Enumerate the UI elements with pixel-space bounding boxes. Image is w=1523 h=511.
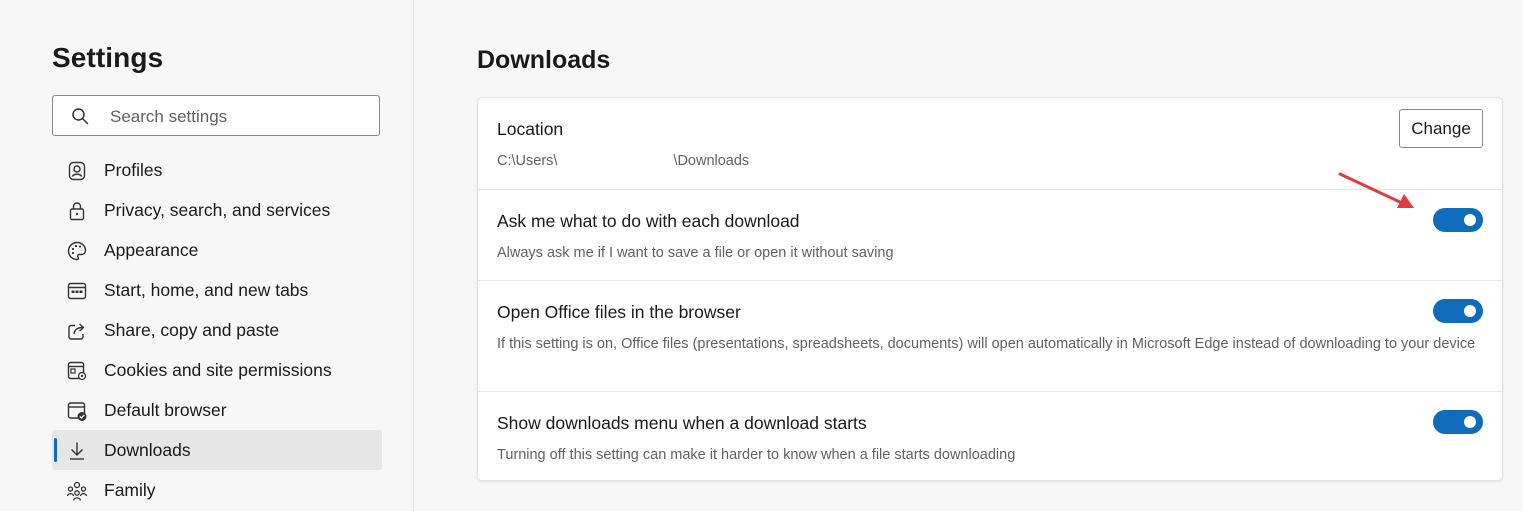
location-path-suffix: \Downloads bbox=[673, 153, 750, 169]
nav-item-privacy[interactable]: Privacy, search, and services bbox=[52, 190, 382, 230]
search-input[interactable] bbox=[108, 104, 372, 130]
page-title: Downloads bbox=[477, 46, 611, 74]
annotation-arrow-icon bbox=[1338, 172, 1414, 208]
setting-description: If this setting is on, Office files (pre… bbox=[497, 336, 1476, 352]
setting-row-downloads-menu: Show downloads menu when a download star… bbox=[478, 391, 1502, 480]
start-page-icon bbox=[67, 282, 87, 300]
profile-icon bbox=[68, 161, 86, 181]
nav-label: Privacy, search, and services bbox=[104, 200, 331, 220]
setting-description: Turning off this setting can make it har… bbox=[497, 447, 1016, 463]
toggle-knob bbox=[1464, 214, 1476, 226]
family-icon bbox=[66, 481, 88, 501]
nav-label: Family bbox=[104, 480, 156, 500]
setting-title: Show downloads menu when a download star… bbox=[497, 413, 867, 433]
nav-label: Appearance bbox=[104, 240, 199, 260]
nav-item-cookies[interactable]: Cookies and site permissions bbox=[52, 350, 382, 390]
location-path: C:\Users\ \Downloads bbox=[497, 151, 1477, 171]
nav-label: Cookies and site permissions bbox=[104, 360, 332, 380]
settings-nav: Profiles Privacy, search, and services A… bbox=[52, 150, 382, 510]
nav-item-start-home[interactable]: Start, home, and new tabs bbox=[52, 270, 382, 310]
nav-item-profiles[interactable]: Profiles bbox=[52, 150, 382, 190]
downloads-menu-toggle[interactable] bbox=[1433, 410, 1483, 434]
settings-title: Settings bbox=[52, 42, 164, 73]
setting-description: Always ask me if I want to save a file o… bbox=[497, 245, 894, 261]
nav-item-family[interactable]: Family bbox=[52, 470, 382, 510]
setting-row-office-files: Open Office files in the browser If this… bbox=[478, 280, 1502, 391]
nav-label: Downloads bbox=[104, 440, 191, 460]
setting-title: Open Office files in the browser bbox=[497, 302, 741, 322]
site-permissions-icon bbox=[67, 361, 87, 381]
ask-download-toggle[interactable] bbox=[1433, 208, 1483, 232]
nav-label: Profiles bbox=[104, 160, 163, 180]
location-title: Location bbox=[497, 119, 564, 139]
search-box[interactable] bbox=[52, 95, 380, 136]
location-path-prefix: C:\Users\ bbox=[497, 153, 558, 169]
setting-title: Ask me what to do with each download bbox=[497, 211, 800, 231]
default-browser-icon bbox=[67, 402, 87, 421]
nav-item-default-browser[interactable]: Default browser bbox=[52, 390, 382, 430]
downloads-settings-card: Location C:\Users\ \Downloads Change Ask … bbox=[477, 97, 1503, 481]
toggle-knob bbox=[1464, 305, 1476, 317]
nav-label: Default browser bbox=[104, 400, 227, 420]
nav-item-share[interactable]: Share, copy and paste bbox=[52, 310, 382, 350]
palette-icon bbox=[67, 241, 87, 261]
search-icon bbox=[72, 108, 89, 125]
nav-label: Share, copy and paste bbox=[104, 320, 280, 340]
toggle-knob bbox=[1464, 416, 1476, 428]
nav-item-downloads[interactable]: Downloads bbox=[52, 430, 382, 470]
download-icon bbox=[70, 442, 84, 460]
settings-sidebar: Settings Profiles Privacy, search, and s… bbox=[0, 0, 414, 511]
nav-item-appearance[interactable]: Appearance bbox=[52, 230, 382, 270]
share-icon bbox=[68, 323, 85, 340]
office-files-toggle[interactable] bbox=[1433, 299, 1483, 323]
nav-label: Start, home, and new tabs bbox=[104, 280, 309, 300]
change-location-button[interactable]: Change bbox=[1399, 109, 1483, 148]
lock-icon bbox=[69, 202, 85, 221]
